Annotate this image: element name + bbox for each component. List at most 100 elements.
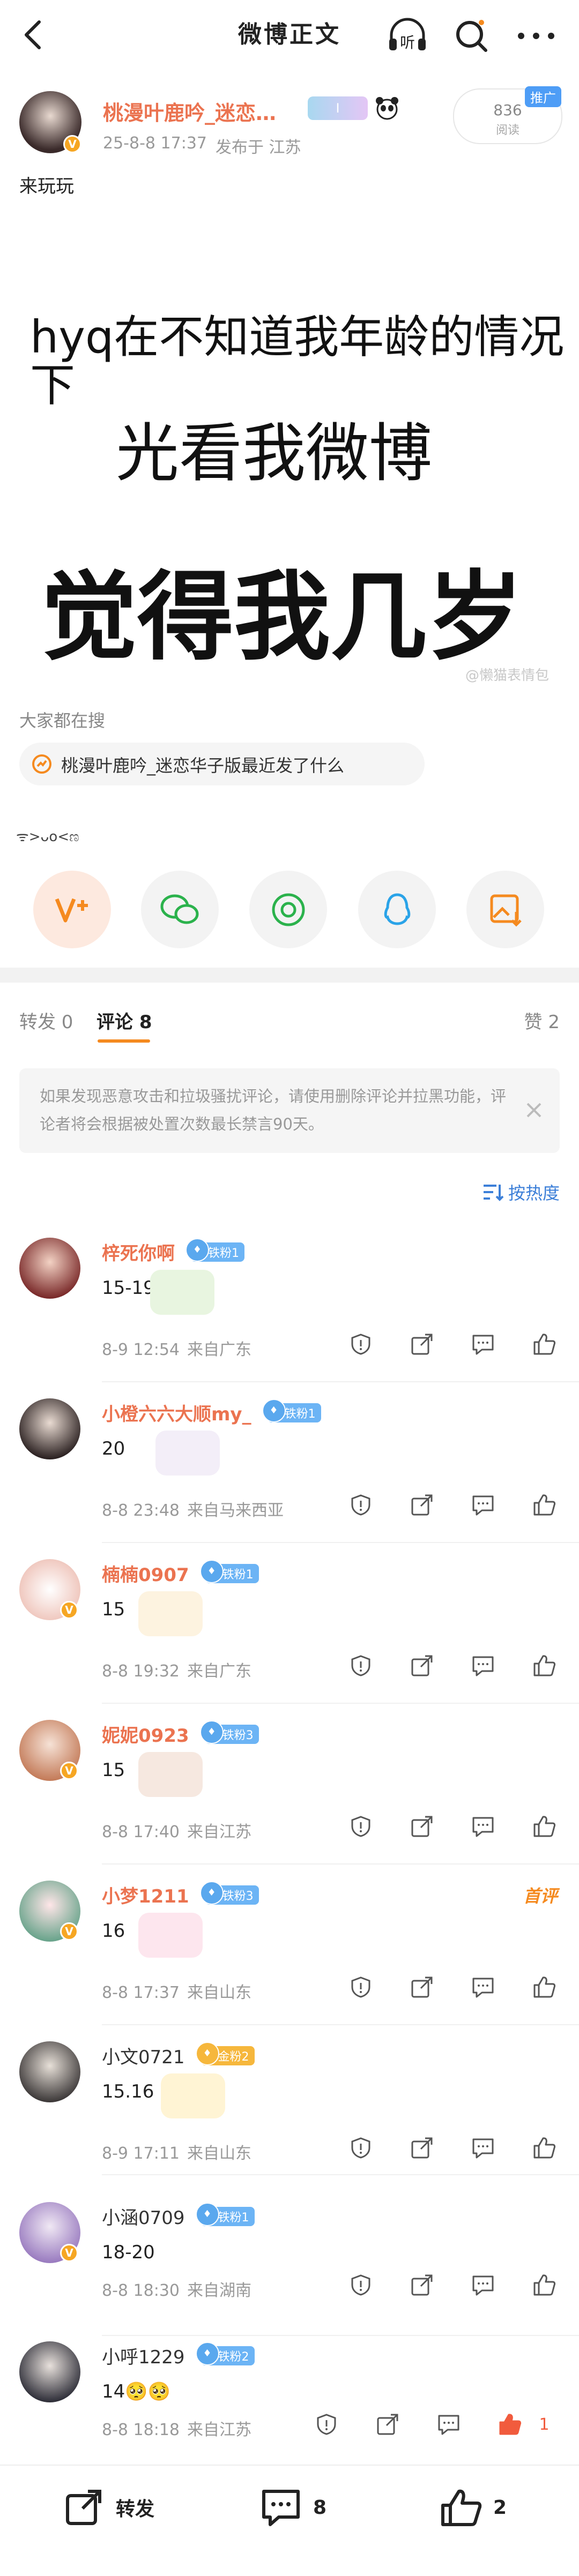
comment-item[interactable]: 小呼1229 ♦ 铁粉2 14🥺🥺 8-8 18:18 来自江苏 1 [0,2336,579,2486]
comment-actions [347,1492,558,1518]
wechat-icon[interactable] [141,871,219,948]
commenter-name[interactable]: 小橙六六大顺my_ ♦ 铁粉1 [102,1398,321,1426]
report-icon[interactable] [347,1331,374,1358]
share-icon[interactable] [409,1813,435,1840]
commenter-avatar[interactable] [19,2041,80,2102]
comment-item[interactable]: V 妮妮0923 ♦ 铁粉3 15 8-8 17:40 来自江苏 [0,1714,579,1864]
report-icon[interactable] [347,2135,374,2161]
comment-location: 来自广东 [187,1662,251,1681]
commenter-name[interactable]: 梓死你啊 ♦ 铁粉1 [102,1238,244,1265]
commenter-name[interactable]: 妮妮0923 ♦ 铁粉3 [102,1720,259,1747]
image-line-4: 觉得我几岁 [41,561,524,673]
like-icon[interactable] [531,2272,558,2298]
comment-item[interactable]: 小橙六六大顺my_ ♦ 铁粉1 20 8-8 23:48 来自马来西亚 [0,1393,579,1543]
commenter-name[interactable]: 楠楠0907 ♦ 铁粉1 [102,1559,259,1586]
commenter-avatar[interactable] [19,1398,80,1459]
commenter-name-text: 楠楠0907 [102,1564,189,1586]
commenter-name-text: 妮妮0923 [102,1725,189,1747]
bottom-repost-button[interactable]: 转发 [64,2487,154,2528]
fan-badge-label: 铁粉1 [218,2211,249,2225]
comment-time: 8-8 18:18 [102,2421,180,2439]
close-icon[interactable] [524,1100,544,1120]
like-icon[interactable] [531,1652,558,1679]
reply-icon[interactable] [470,1652,496,1679]
report-icon[interactable] [347,2272,374,2298]
listen-button[interactable]: 听 [386,16,429,56]
author-name[interactable]: 桃漫叶鹿吟_迷恋… [103,96,276,126]
fan-badge-label: 铁粉1 [222,1568,254,1582]
moments-icon[interactable] [249,871,327,948]
tab-comments[interactable]: 评论 8 [96,1007,152,1034]
bottom-bar: 转发 8 2 [0,2465,579,2576]
reply-icon[interactable] [470,1331,496,1358]
comment-item[interactable]: 梓死你啊 ♦ 铁粉1 15-19😁 8-9 12:54 来自广东 [0,1232,579,1382]
bottom-like-button[interactable]: 2 [440,2487,507,2528]
comment-sticker [161,2073,225,2118]
reply-icon[interactable] [470,2135,496,2161]
read-count-box[interactable]: 推广 836 阅读 [453,86,562,144]
comment-item[interactable]: V 小涵0709 ♦ 铁粉1 18-20 8-8 18:30 来自湖南 [0,2197,579,2347]
commenter-avatar[interactable] [19,1238,80,1299]
sort-button[interactable]: 按热度 [482,1180,560,1204]
like-icon[interactable] [496,2411,523,2438]
fan-badge: ♦ 铁粉3 [199,1720,259,1744]
commenter-name[interactable]: 小呼1229 ♦ 铁粉2 [102,2341,255,2369]
like-icon[interactable] [531,1331,558,1358]
comment-divider [102,1542,579,1543]
reply-icon[interactable] [470,1974,496,2001]
comment-time: 8-8 23:48 [102,1501,180,1520]
report-icon[interactable] [347,1492,374,1518]
share-icon[interactable] [409,1492,435,1518]
share-icon[interactable] [409,2272,435,2298]
search-suggestion-text: 桃漫叶鹿吟_迷恋华子版最近发了什么 [61,755,345,776]
bottom-comment-button[interactable]: 8 [259,2487,326,2528]
fan-badge-label: 铁粉3 [222,1728,254,1742]
share-icon[interactable] [409,2135,435,2161]
comment-item[interactable]: 小文0721 ♦ 金粉2 15.16 8-9 17:11 来自山东 [0,2036,579,2186]
tab-repost[interactable]: 转发 0 [19,1007,73,1034]
commenter-avatar[interactable] [19,2341,80,2402]
like-icon[interactable] [531,1974,558,2001]
comment-time: 8-8 19:32 [102,1662,180,1681]
share-icon[interactable] [409,1974,435,2001]
commenter-name[interactable]: 小梦1211 ♦ 铁粉3 [102,1881,259,1908]
reply-icon[interactable] [470,1813,496,1840]
author-badge: I [308,96,368,120]
comment-meta: 8-9 17:11 来自山东 [102,2140,251,2163]
save-image-icon[interactable] [466,871,544,948]
report-icon[interactable] [313,2411,340,2438]
comment-sticker [155,1431,220,1476]
comment-sticker [138,1913,203,1958]
commenter-name[interactable]: 小文0721 ♦ 金粉2 [102,2041,255,2069]
share-icon[interactable] [409,1331,435,1358]
comment-location: 来自广东 [187,1341,251,1359]
search-suggestion-chip[interactable]: 桃漫叶鹿吟_迷恋华子版最近发了什么 [19,743,425,785]
qq-icon[interactable] [358,871,436,948]
commenter-name[interactable]: 小涵0709 ♦ 铁粉1 [102,2202,255,2229]
comment-notice: 如果发现恶意攻击和拉圾骚扰评论，请使用删除评论并拉黑功能，评论者将会根据被处置次… [19,1068,560,1153]
comment-actions [347,1652,558,1679]
reply-icon[interactable] [470,1492,496,1518]
post-image[interactable]: hyq在不知道我年龄的情况 下 光看我微博 觉得我几岁 @懒猫表情包 [19,209,564,691]
like-icon[interactable] [531,2135,558,2161]
tab-likes[interactable]: 赞 2 [524,1007,560,1034]
share-icon[interactable] [374,2411,401,2438]
comment-item[interactable]: V 楠楠0907 ♦ 铁粉1 15 8-8 19:32 来自广东 [0,1554,579,1704]
comment-item[interactable]: V 小梦1211 ♦ 铁粉3 首评 16 8-8 17:37 来自山东 [0,1875,579,2025]
report-icon[interactable] [347,1652,374,1679]
comment-actions [347,1974,558,2001]
reply-icon[interactable] [435,2411,462,2438]
super-topic-icon[interactable] [33,871,111,948]
like-icon[interactable] [531,1813,558,1840]
report-icon[interactable] [347,1813,374,1840]
reply-icon[interactable] [470,2272,496,2298]
section-divider [0,968,579,983]
like-icon[interactable] [531,1492,558,1518]
share-icon[interactable] [409,1652,435,1679]
report-icon[interactable] [347,1974,374,2001]
search-icon[interactable] [451,16,491,56]
more-icon[interactable] [514,16,559,56]
comment-time: 8-9 12:54 [102,1341,180,1359]
comment-location: 来自马来西亚 [187,1501,284,1520]
comment-sticker [138,1591,203,1636]
